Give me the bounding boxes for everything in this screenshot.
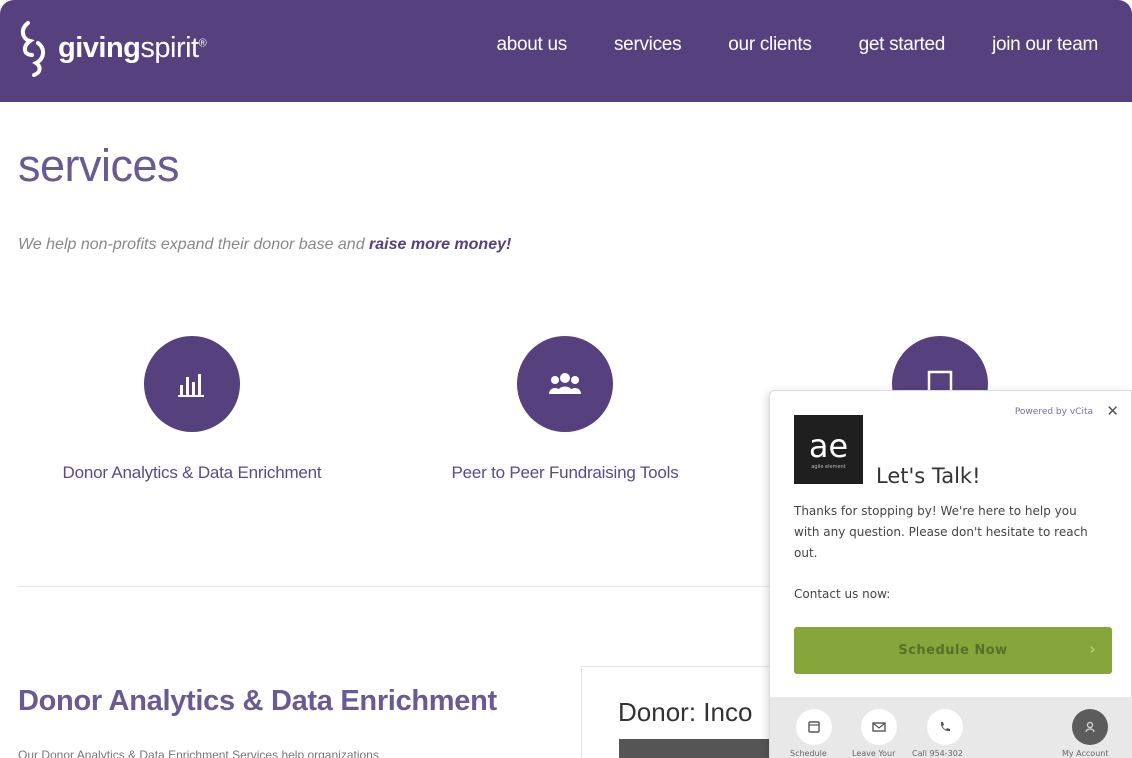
site-header: givingspirit® about us services our clie… [0,0,1132,102]
powered-by-link[interactable]: Powered by vCita [1015,407,1093,417]
leave-message-button[interactable] [861,709,897,745]
chat-widget: Powered by vCita ✕ ae agile element Let'… [769,390,1132,758]
calendar-icon [808,721,820,733]
footer-label-account: My Account [1062,749,1109,758]
tagline-emphasis: raise more money! [369,236,512,253]
footer-label-call: Call 954-302 [912,749,963,758]
service-label[interactable]: Peer to Peer Fundraising Tools [405,463,725,483]
section-title: Donor Analytics & Data Enrichment [18,685,497,717]
logo-text: givingspirit® [58,31,207,64]
tagline: We help non-profits expand their donor b… [18,236,511,254]
chevron-right-icon: › [1089,640,1096,658]
phone-icon [940,722,950,732]
schedule-now-button[interactable]: Schedule Now › [794,627,1112,674]
user-icon [1085,721,1095,733]
nav-join-our-team[interactable]: join our team [992,32,1098,58]
close-icon[interactable]: ✕ [1106,402,1119,420]
service-icon-circle[interactable] [144,336,240,432]
donor-card-title: Donor: Inco [618,697,753,727]
envelope-icon [872,722,886,732]
schedule-calendar-button[interactable] [796,709,832,745]
my-account-button[interactable] [1072,709,1108,745]
schedule-button-label: Schedule Now [898,643,1008,658]
section-divider [18,586,778,587]
service-peer-fundraising[interactable]: Peer to Peer Fundraising Tools [405,336,725,483]
service-donor-analytics[interactable]: Donor Analytics & Data Enrichment [32,336,352,483]
giving-spirit-logo[interactable]: givingspirit® [18,18,207,78]
nav-services[interactable]: services [614,32,682,58]
chat-footer: Schedule Leave Your Call 954-302 My Acco… [770,697,1132,758]
logo-mark-icon [21,21,45,77]
contact-label: Contact us now: [794,587,891,601]
footer-label-leave: Leave Your [852,749,896,758]
people-group-icon [549,373,581,394]
service-icon-circle[interactable] [517,336,613,432]
tagline-text: We help non-profits expand their donor b… [18,236,370,253]
section-text: Our Donor Analytics & Data Enrichment Se… [18,748,379,758]
call-button[interactable] [927,709,963,745]
nav-our-clients[interactable]: our clients [728,32,812,58]
service-label[interactable]: Donor Analytics & Data Enrichment [32,463,352,483]
nav-about-us[interactable]: about us [496,32,567,58]
chat-message: Thanks for stopping by! We're here to he… [794,504,1088,560]
avatar-text: ae [808,426,849,465]
main-nav: about us services our clients get starte… [449,32,1098,58]
footer-label-schedule: Schedule [790,749,827,758]
chat-headline: Let's Talk! [876,464,981,488]
nav-get-started[interactable]: get started [859,32,946,58]
avatar-subtext: agile element [811,463,846,470]
page-title: services [18,140,180,191]
bar-chart-icon [178,374,204,397]
company-avatar: ae agile element [794,415,863,484]
